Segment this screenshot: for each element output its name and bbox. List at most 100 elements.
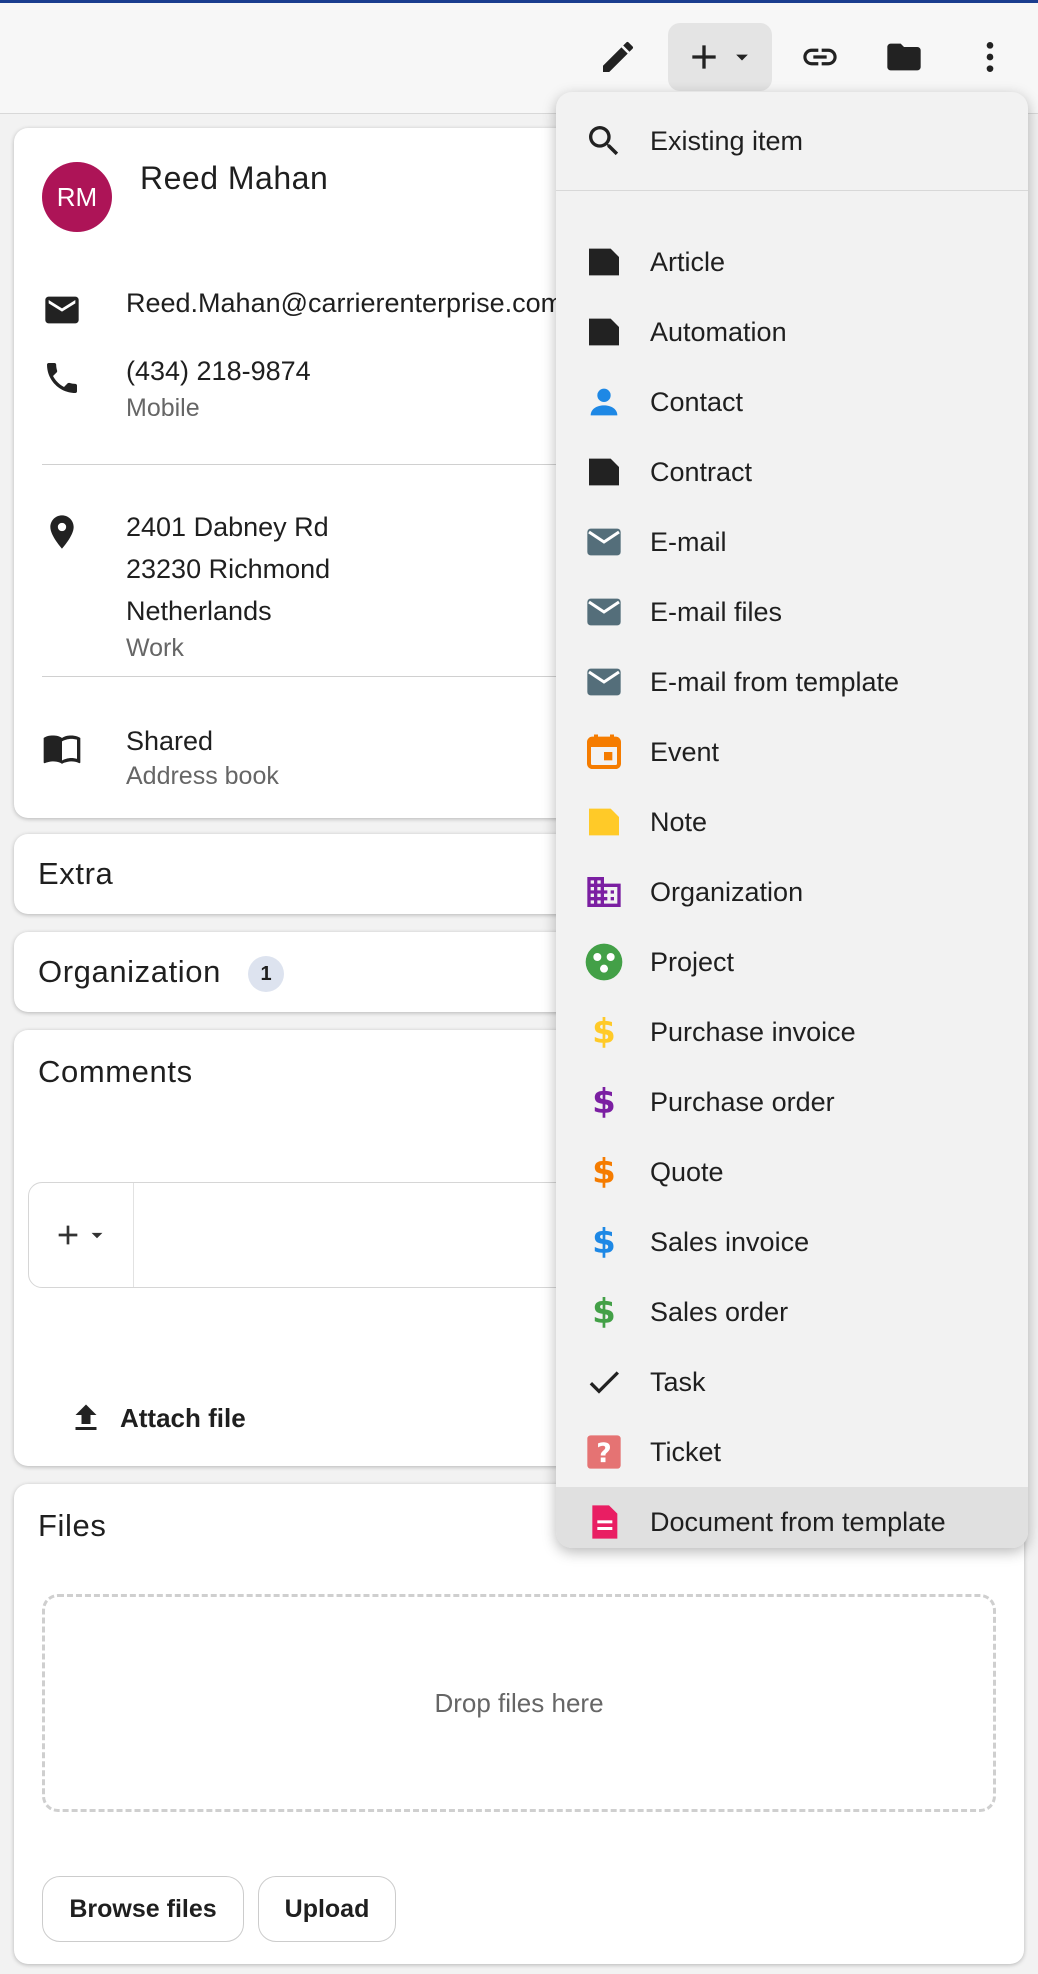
- organization-icon: [584, 872, 624, 912]
- menu-item-sales-order[interactable]: $ Sales order: [556, 1277, 1028, 1347]
- edit-button[interactable]: [586, 23, 650, 91]
- caret-down-icon: [91, 1232, 103, 1239]
- project-icon: [584, 942, 624, 982]
- menu-item-label: Contract: [650, 456, 753, 487]
- menu-item-contact[interactable]: Contact: [556, 367, 1028, 437]
- upload-button[interactable]: Upload: [258, 1876, 396, 1942]
- menu-item-label: Purchase order: [650, 1086, 835, 1117]
- menu-item-e-mail-from-template[interactable]: E-mail from template: [556, 647, 1028, 717]
- address-type: Work: [126, 634, 184, 662]
- menu-item-contract[interactable]: Contract: [556, 437, 1028, 507]
- menu-item-automation[interactable]: Automation: [556, 297, 1028, 367]
- menu-item-e-mail[interactable]: E-mail: [556, 507, 1028, 577]
- menu-item-label: Note: [650, 806, 708, 837]
- menu-item-purchase-invoice[interactable]: $ Purchase invoice: [556, 997, 1028, 1067]
- svg-text:?: ?: [596, 1438, 611, 1469]
- menu-item-note[interactable]: Note: [556, 787, 1028, 857]
- plus-icon: [692, 45, 716, 69]
- folder-icon: [887, 43, 921, 71]
- menu-item-label: Existing item: [650, 125, 804, 156]
- phone-link[interactable]: (434) 218-9874: [126, 356, 311, 387]
- drop-zone[interactable]: Drop files here: [42, 1594, 996, 1812]
- menu-item-label: Purchase invoice: [650, 1016, 856, 1047]
- menu-item-label: Project: [650, 946, 735, 977]
- sales-invoice-icon: $: [592, 1222, 616, 1262]
- plus-icon: [58, 1225, 78, 1245]
- quote-icon: $: [592, 1152, 616, 1192]
- link-button[interactable]: [788, 23, 852, 91]
- menu-item-label: E-mail files: [650, 596, 783, 627]
- menu-item-organization[interactable]: Organization: [556, 857, 1028, 927]
- note-icon: [584, 802, 624, 842]
- event-icon: [584, 732, 624, 772]
- addressbook-name: Shared: [126, 726, 214, 756]
- organization-title: Organization: [38, 954, 221, 989]
- book-icon: [42, 728, 82, 768]
- document-template-icon: [584, 1502, 624, 1542]
- menu-item-label: Quote: [650, 1156, 724, 1187]
- address-line1: 2401 Dabney Rd: [126, 512, 329, 542]
- extra-title: Extra: [38, 856, 114, 891]
- files-title: Files: [38, 1508, 107, 1543]
- contact-name: Reed Mahan: [140, 160, 329, 196]
- folder-button[interactable]: [872, 23, 936, 91]
- attach-file-label: Attach file: [120, 1402, 246, 1433]
- drop-zone-label: Drop files here: [434, 1687, 604, 1718]
- menu-item-ticket[interactable]: ? Ticket: [556, 1417, 1028, 1487]
- menu-item-sales-invoice[interactable]: $ Sales invoice: [556, 1207, 1028, 1277]
- menu-item-project[interactable]: Project: [556, 927, 1028, 997]
- files-section: Files Drop files here Browse files Uploa…: [14, 1484, 1024, 1964]
- addressbook-label: Address book: [126, 762, 279, 790]
- address-line3: Netherlands: [126, 596, 272, 626]
- email-icon: [584, 522, 624, 562]
- email-link[interactable]: Reed.Mahan@carrierenterprise.com: [126, 288, 563, 319]
- phone-icon: [42, 358, 82, 398]
- menu-divider: [556, 190, 1028, 191]
- menu-item-label: Article: [650, 246, 726, 277]
- avatar: RM: [42, 162, 112, 232]
- organization-count-badge: 1: [248, 956, 284, 992]
- automation-icon: [584, 312, 624, 352]
- address-line2: 23230 Richmond: [126, 554, 331, 584]
- menu-item-e-mail-files[interactable]: E-mail files: [556, 577, 1028, 647]
- link-icon: [803, 48, 837, 66]
- comments-title: Comments: [38, 1054, 193, 1089]
- article-icon: [584, 242, 624, 282]
- menu-item-document-from-template[interactable]: Document from template: [556, 1487, 1028, 1548]
- contract-icon: [584, 452, 624, 492]
- menu-item-article[interactable]: Article: [556, 227, 1028, 297]
- add-item-menu: Existing item Article Automation Contact Co…: [556, 92, 1028, 1548]
- menu-item-label: E-mail from template: [650, 666, 900, 697]
- more-options-button[interactable]: [958, 23, 1022, 91]
- comment-add-button[interactable]: [29, 1183, 134, 1287]
- menu-item-label: Document from template: [650, 1506, 946, 1537]
- location-icon: [42, 512, 82, 552]
- search-icon: [584, 121, 624, 161]
- purchase-invoice-icon: $: [592, 1012, 616, 1052]
- menu-item-event[interactable]: Event: [556, 717, 1028, 787]
- browse-files-button[interactable]: Browse files: [42, 1876, 244, 1942]
- menu-item-existing-item[interactable]: Existing item: [556, 106, 1028, 176]
- menu-item-quote[interactable]: $ Quote: [556, 1137, 1028, 1207]
- phone-type: Mobile: [126, 394, 200, 422]
- caret-down-icon: [736, 54, 748, 61]
- pencil-icon: [603, 41, 634, 72]
- upload-icon: [75, 1404, 97, 1430]
- menu-item-label: E-mail: [650, 526, 727, 557]
- email-files-icon: [584, 592, 624, 632]
- menu-item-label: Automation: [650, 316, 787, 347]
- contact-icon: [584, 382, 624, 422]
- menu-item-label: Sales order: [650, 1296, 789, 1327]
- email-icon: [42, 290, 82, 330]
- menu-item-label: Contact: [650, 386, 744, 417]
- sales-order-icon: $: [592, 1292, 616, 1332]
- menu-item-label: Sales invoice: [650, 1226, 810, 1257]
- add-button[interactable]: [668, 23, 772, 91]
- menu-item-label: Organization: [650, 876, 804, 907]
- attach-file-button[interactable]: Attach file: [68, 1400, 246, 1436]
- menu-item-task[interactable]: Task: [556, 1347, 1028, 1417]
- email-template-icon: [584, 662, 624, 702]
- ticket-icon: ?: [584, 1432, 624, 1472]
- menu-item-purchase-order[interactable]: $ Purchase order: [556, 1067, 1028, 1137]
- purchase-order-icon: $: [592, 1082, 616, 1122]
